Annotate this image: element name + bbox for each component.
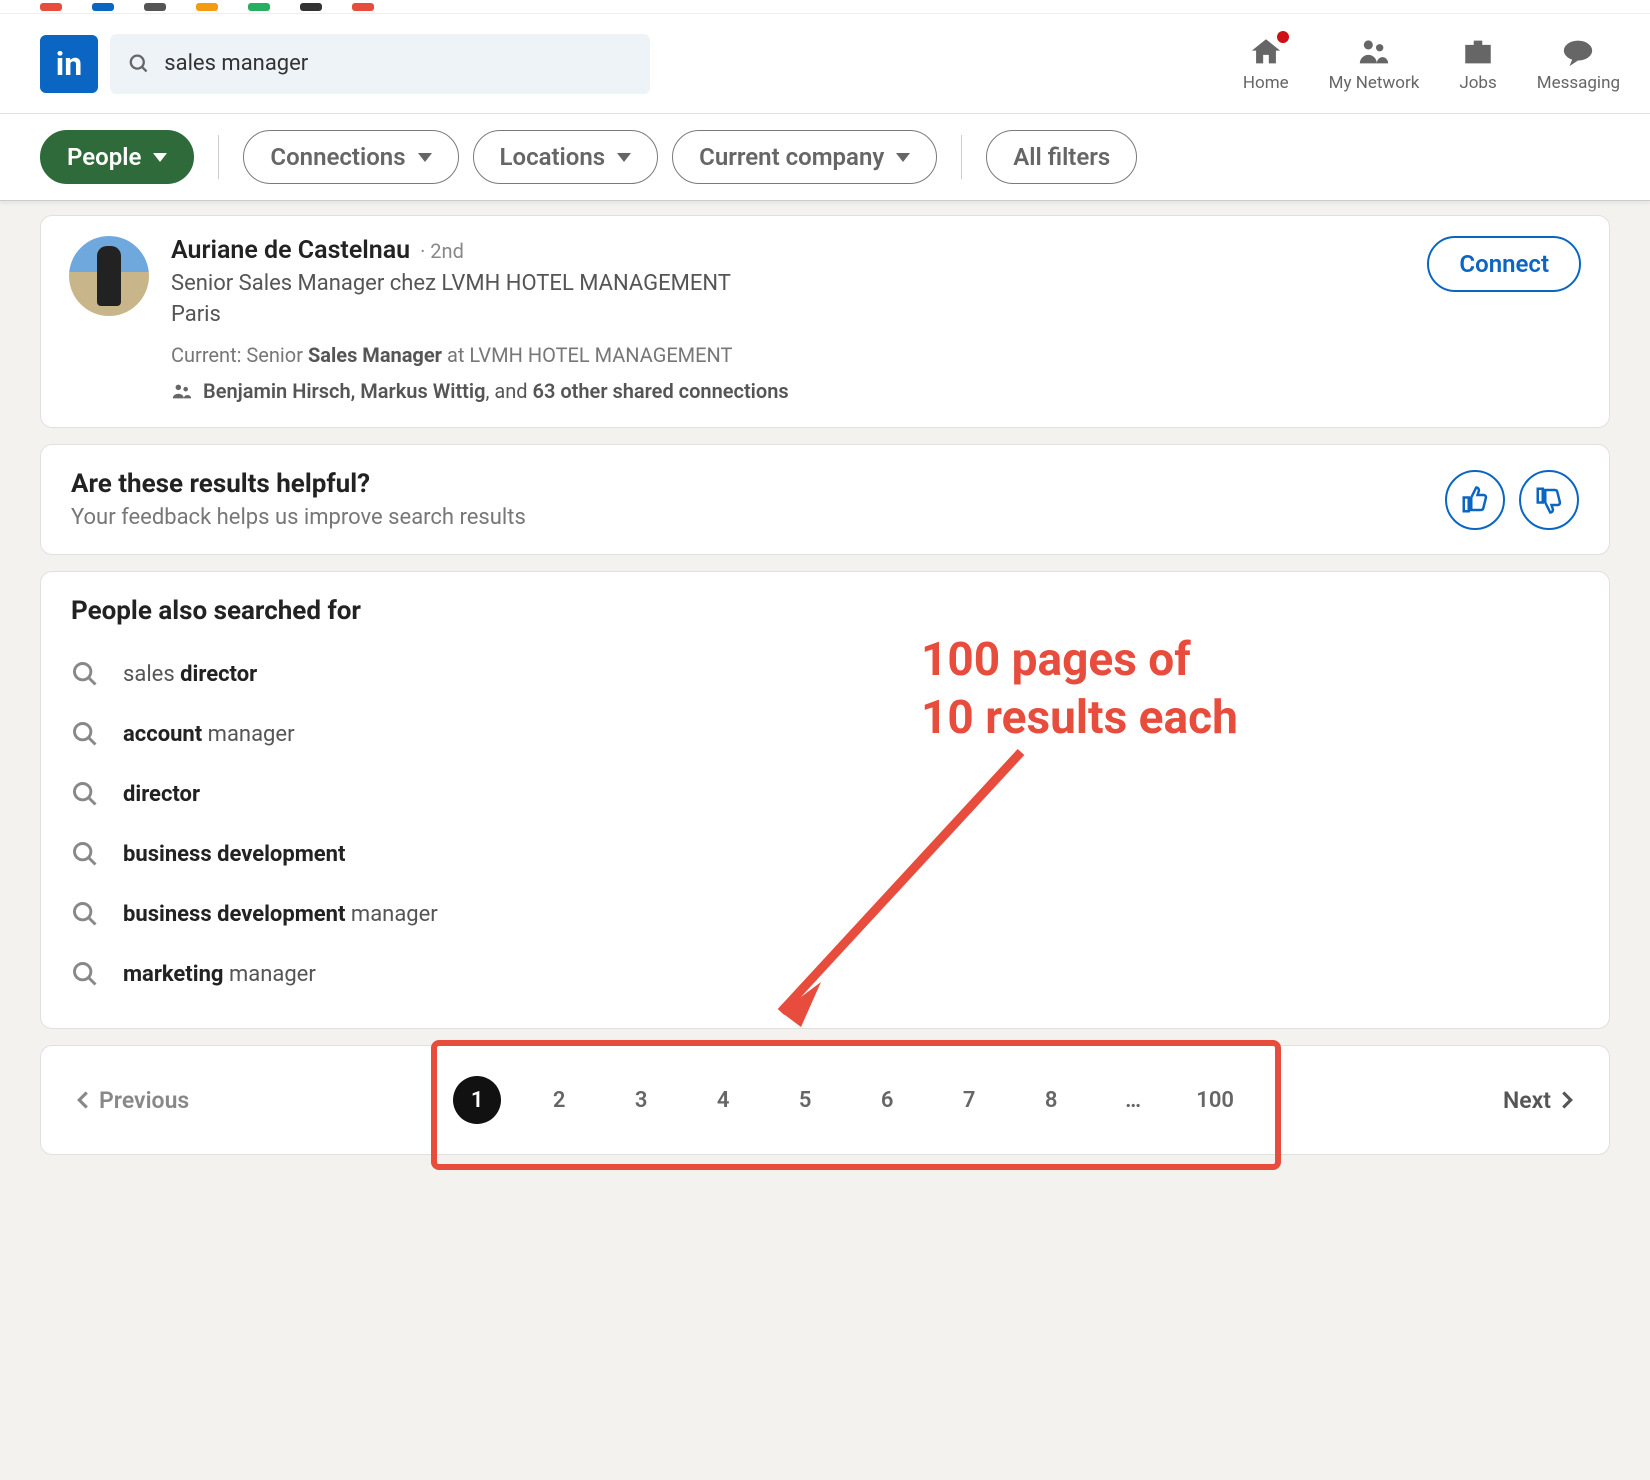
nav-home[interactable]: Home [1243,35,1289,93]
also-searched-item[interactable]: sales director [71,644,1579,704]
filter-locations[interactable]: Locations [473,130,659,184]
linkedin-logo[interactable]: in [40,35,98,93]
search-result-card: Auriane de Castelnau · 2nd Senior Sales … [40,215,1610,428]
chevron-down-icon [153,153,167,162]
pagination-page[interactable]: 8 [1027,1076,1075,1124]
browser-tab-strip [0,0,1650,14]
top-navigation-bar: in Home My Network Jobs [0,14,1650,114]
nav-home-label: Home [1243,73,1289,93]
filter-company-label: Current company [699,143,884,171]
chevron-right-icon [1559,1090,1575,1110]
search-icon [71,960,99,988]
thumbs-down-button[interactable] [1519,470,1579,530]
pagination: Previous 12345678 … 100 Next [40,1045,1610,1155]
search-icon [71,900,99,928]
nav-jobs-label: Jobs [1459,73,1496,93]
briefcase-icon [1461,35,1495,69]
messaging-icon [1561,35,1595,69]
filter-people[interactable]: People [40,130,194,184]
filter-locations-label: Locations [500,143,606,171]
network-icon [1357,35,1391,69]
filter-all[interactable]: All filters [986,130,1137,184]
pagination-page[interactable]: 1 [453,1076,501,1124]
nav-messaging[interactable]: Messaging [1537,35,1620,93]
filter-people-label: People [67,143,141,171]
result-name-link[interactable]: Auriane de Castelnau [171,236,410,265]
pagination-page[interactable]: 7 [945,1076,993,1124]
search-box[interactable] [110,34,650,94]
search-icon [71,660,99,688]
filter-connections[interactable]: Connections [243,130,458,184]
shared-connections[interactable]: Benjamin Hirsch, Markus Wittig, and 63 o… [171,379,1405,403]
filter-connections-label: Connections [270,143,405,171]
thumbs-up-button[interactable] [1445,470,1505,530]
pagination-page[interactable]: 3 [617,1076,665,1124]
connection-degree: · 2nd [420,239,464,263]
chevron-down-icon [418,153,432,162]
pagination-next-label: Next [1503,1087,1551,1114]
divider [961,135,962,179]
connect-button[interactable]: Connect [1427,236,1581,292]
primary-nav: Home My Network Jobs Messaging [1243,35,1620,93]
annotation-text: 100 pages of 10 results each [921,632,1238,747]
nav-jobs[interactable]: Jobs [1459,35,1496,93]
also-searched-title: People also searched for [71,596,1579,626]
result-headline: Senior Sales Manager chez LVMH HOTEL MAN… [171,271,1405,296]
pagination-page[interactable]: 5 [781,1076,829,1124]
people-icon [171,380,193,402]
also-searched-card: People also searched for sales directora… [40,571,1610,1029]
pagination-page[interactable]: 6 [863,1076,911,1124]
chevron-down-icon [617,153,631,162]
search-icon [71,720,99,748]
pagination-next[interactable]: Next [1503,1087,1575,1114]
pagination-previous[interactable]: Previous [75,1087,189,1114]
result-location: Paris [171,302,1405,327]
filter-all-label: All filters [1013,143,1110,171]
divider [218,135,219,179]
pagination-pages: 12345678 … 100 [189,1076,1503,1124]
nav-messaging-label: Messaging [1537,73,1620,93]
pagination-ellipsis: … [1109,1076,1157,1124]
pagination-page[interactable]: 2 [535,1076,583,1124]
home-icon [1249,35,1283,69]
filter-current-company[interactable]: Current company [672,130,937,184]
result-current-role: Current: Senior Sales Manager at LVMH HO… [171,343,1405,367]
thumbs-up-icon [1460,485,1490,515]
feedback-subtitle: Your feedback helps us improve search re… [71,505,1431,530]
pagination-previous-label: Previous [99,1087,189,1114]
search-icon [71,780,99,808]
pagination-page[interactable]: 100 [1191,1076,1239,1124]
annotation-arrow [741,742,1061,1042]
pagination-page[interactable]: 4 [699,1076,747,1124]
main-content: Auriane de Castelnau · 2nd Senior Sales … [0,201,1650,1169]
chevron-left-icon [75,1090,91,1110]
notification-badge [1275,29,1291,45]
search-input[interactable] [164,51,632,76]
search-icon [71,840,99,868]
avatar[interactable] [69,236,149,316]
search-icon [128,52,150,76]
chevron-down-icon [896,153,910,162]
filter-bar: People Connections Locations Current com… [0,114,1650,201]
feedback-title: Are these results helpful? [71,469,1431,499]
nav-network[interactable]: My Network [1329,35,1420,93]
thumbs-down-icon [1534,485,1564,515]
feedback-card: Are these results helpful? Your feedback… [40,444,1610,555]
nav-network-label: My Network [1329,73,1420,93]
